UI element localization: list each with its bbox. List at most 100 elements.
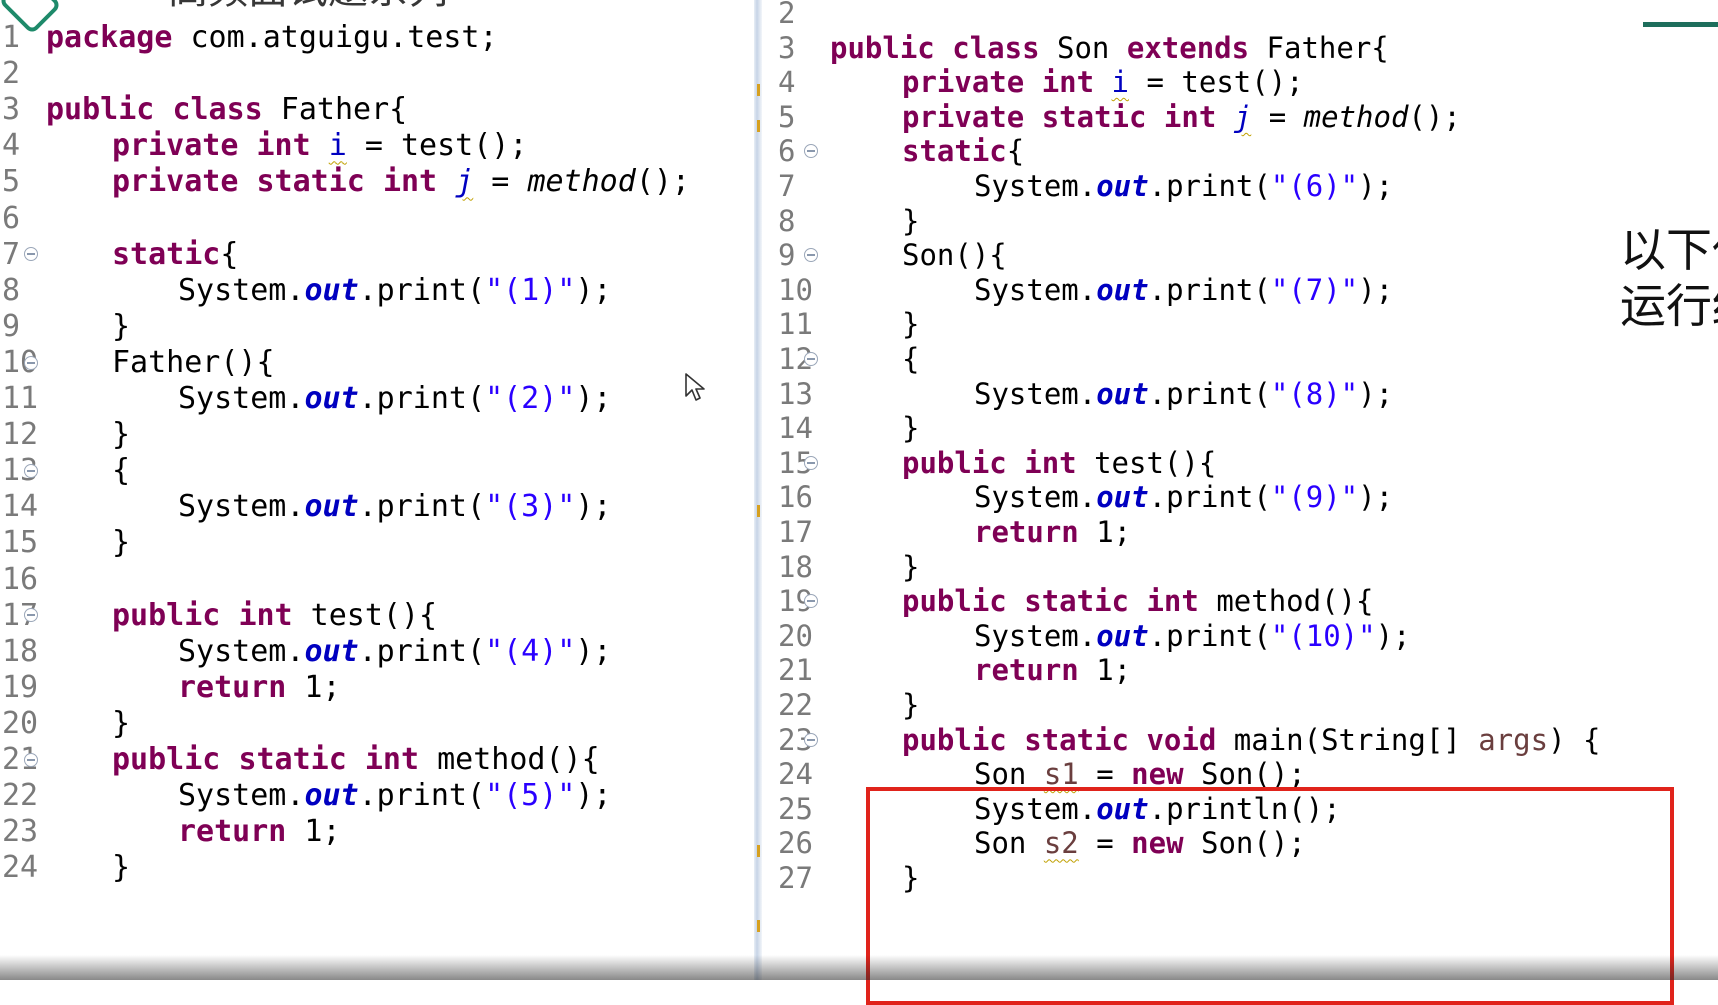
code-token: public xyxy=(902,722,1007,757)
collapse-toggle-icon[interactable] xyxy=(804,352,818,366)
code-line[interactable]: 7 System.out.print("(6)"); xyxy=(762,168,1393,204)
code-line[interactable]: 5 private static int j = method(); xyxy=(0,162,690,202)
code-line[interactable]: 22} xyxy=(762,687,919,723)
line-number: 26 xyxy=(778,826,813,861)
code-line[interactable]: 18 System.out.print("(4)"); xyxy=(0,632,612,672)
code-line[interactable]: 19 return 1; xyxy=(0,668,341,708)
code-line[interactable]: 4 private int i = test(); xyxy=(0,126,527,166)
code-line[interactable]: 12} xyxy=(0,415,130,455)
code-token: = xyxy=(473,164,528,200)
code-line[interactable]: 11} xyxy=(762,306,919,342)
code-line[interactable]: 24 Son s1 = new Son(); xyxy=(762,756,1306,792)
collapse-toggle-icon[interactable] xyxy=(24,752,38,767)
line-number: 7 xyxy=(778,169,796,203)
code-line[interactable]: 2 xyxy=(0,54,46,94)
code-line[interactable]: 25 System.out.println(); xyxy=(762,791,1341,827)
code-line[interactable]: 6 static{ xyxy=(762,133,1024,169)
code-line[interactable]: 2 xyxy=(762,0,830,31)
question-line-2: 运行结 xyxy=(1620,279,1718,333)
code-line[interactable]: 1 package com.atguigu.test; xyxy=(0,18,498,58)
code-token: { xyxy=(1006,134,1025,169)
code-line[interactable]: 23 return 1; xyxy=(0,812,341,852)
collapse-toggle-icon[interactable] xyxy=(804,732,818,747)
code-line[interactable]: 14} xyxy=(762,410,919,446)
code-token: out xyxy=(1096,618,1149,653)
code-line[interactable]: 19 public static int method(){ xyxy=(762,583,1373,619)
code-token: return xyxy=(178,814,287,850)
line-number: 2 xyxy=(2,56,21,92)
code-line[interactable]: 7 static{ xyxy=(0,235,238,275)
line-number: 16 xyxy=(778,480,813,515)
code-token: extends xyxy=(1126,30,1250,65)
code-line[interactable]: 3 public class Father{ xyxy=(0,90,407,130)
code-token: Son xyxy=(1039,30,1127,65)
video-player-bar[interactable] xyxy=(0,955,1718,980)
code-line[interactable]: 27} xyxy=(762,860,919,896)
collapse-toggle-icon[interactable] xyxy=(804,594,818,609)
code-token: int xyxy=(364,742,420,777)
code-token: Son(); xyxy=(1183,826,1306,861)
code-line[interactable]: 18} xyxy=(762,549,919,585)
code-token: } xyxy=(902,307,920,342)
code-line[interactable]: 26 Son s2 = new Son(); xyxy=(762,825,1306,861)
code-line[interactable]: 8} xyxy=(762,203,919,239)
warning-marker-icon xyxy=(757,505,760,517)
code-token: private xyxy=(902,99,1025,134)
code-line[interactable]: 24} xyxy=(0,848,130,888)
code-line[interactable]: 5 private static int j = method(); xyxy=(762,99,1461,135)
code-line[interactable]: 13 { xyxy=(0,451,130,491)
code-line[interactable]: 17 public int test(){ xyxy=(0,596,437,636)
code-token: test(){ xyxy=(1076,445,1217,480)
code-token: System. xyxy=(974,791,1097,826)
code-token: { xyxy=(220,236,239,272)
code-line[interactable]: 15 public int test(){ xyxy=(762,445,1216,481)
code-line[interactable]: 11 System.out.print("(2)"); xyxy=(0,379,612,419)
code-line[interactable]: 10 Father(){ xyxy=(0,343,275,383)
code-line[interactable]: 4 private int i = test(); xyxy=(762,64,1304,100)
code-token: .print( xyxy=(358,778,486,814)
code-line[interactable]: 16 xyxy=(0,560,46,600)
collapse-toggle-icon[interactable] xyxy=(804,248,818,263)
code-line[interactable]: 21 public static int method(){ xyxy=(0,740,600,780)
code-token: ); xyxy=(575,272,612,308)
code-line[interactable]: 20} xyxy=(0,704,130,744)
code-line[interactable]: 23 public static void main(String[] args)… xyxy=(762,722,1600,758)
code-line[interactable]: 13 System.out.print("(8)"); xyxy=(762,376,1393,412)
right-editor-pane[interactable]: 2 3 public class Son extends Father{4 priva… xyxy=(762,0,1718,980)
code-token: out xyxy=(1096,272,1149,307)
question-line-1: 以下代 xyxy=(1620,223,1718,277)
code-line[interactable]: 6 xyxy=(0,199,46,239)
code-token: "(8)" xyxy=(1270,376,1359,411)
code-line[interactable]: 17 return 1; xyxy=(762,514,1131,550)
code-line[interactable]: 20 System.out.print("(10)"); xyxy=(762,618,1411,654)
code-line[interactable]: 8 System.out.print("(1)"); xyxy=(0,271,612,311)
code-line[interactable]: 14 System.out.print("(3)"); xyxy=(0,487,612,527)
code-token: System. xyxy=(178,489,305,525)
collapse-toggle-icon[interactable] xyxy=(24,355,38,370)
left-editor-pane[interactable]: 1 package com.atguigu.test; 2 3 public class… xyxy=(0,0,756,980)
code-line[interactable]: 10 System.out.print("(7)"); xyxy=(762,272,1393,308)
code-line[interactable]: 15} xyxy=(0,523,130,563)
code-line[interactable]: 16 System.out.print("(9)"); xyxy=(762,479,1393,515)
collapse-toggle-icon[interactable] xyxy=(24,463,38,478)
collapse-toggle-icon[interactable] xyxy=(24,247,38,262)
code-line[interactable]: 3 public class Son extends Father{ xyxy=(762,30,1389,66)
code-token: method xyxy=(527,164,636,200)
code-token: private xyxy=(902,65,1025,100)
collapse-toggle-icon[interactable] xyxy=(804,455,818,470)
code-line[interactable]: 22 System.out.print("(5)"); xyxy=(0,776,612,816)
editor-split-divider[interactable] xyxy=(754,0,762,980)
code-line[interactable]: 9} xyxy=(0,307,130,347)
code-line[interactable]: 12 { xyxy=(762,341,919,377)
code-token: method(){ xyxy=(1198,584,1374,619)
collapse-toggle-icon[interactable] xyxy=(804,144,818,159)
code-token: public xyxy=(830,30,935,65)
code-line[interactable]: 21 return 1; xyxy=(762,652,1131,688)
code-line[interactable]: 9 Son(){ xyxy=(762,237,1007,273)
collapse-toggle-icon[interactable] xyxy=(24,608,38,623)
code-token: (); xyxy=(635,164,690,200)
code-token: "(1)" xyxy=(485,272,576,308)
